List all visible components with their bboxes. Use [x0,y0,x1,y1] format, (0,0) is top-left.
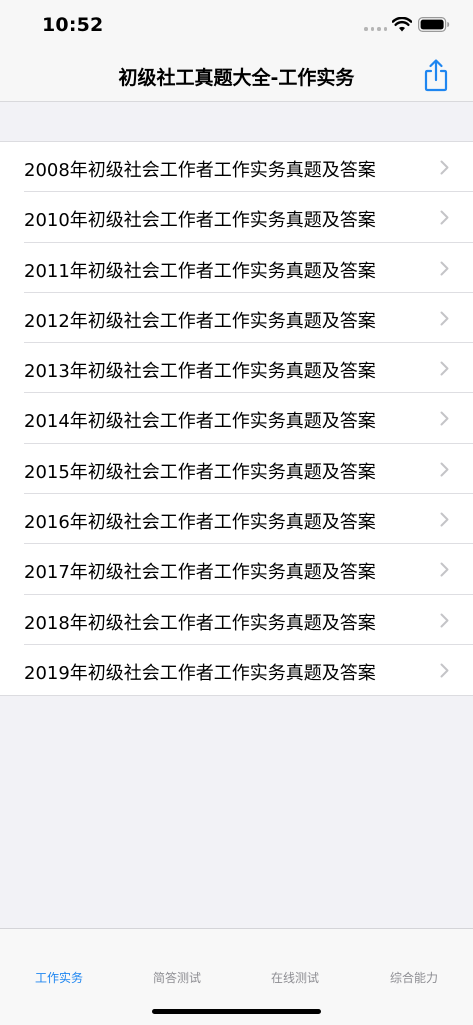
list-item-label: 2008年初级社会工作者工作实务真题及答案 [24,160,376,181]
battery-icon [418,17,450,32]
page-title: 初级社工真题大全-工作实务 [118,67,355,89]
tab-0[interactable]: 工作实务 [0,969,118,986]
chevron-right-icon [440,512,449,527]
list-item[interactable]: 2011年初级社会工作者工作实务真题及答案 [0,243,473,294]
list-item[interactable]: 2010年初级社会工作者工作实务真题及答案 [0,192,473,243]
home-indicator [152,1009,321,1014]
tab-2[interactable]: 在线测试 [236,969,354,986]
chevron-right-icon [440,210,449,225]
cellular-signal-icon [364,27,387,31]
list-item-label: 2015年初级社会工作者工作实务真题及答案 [24,461,376,483]
list-item-label: 2010年初级社会工作者工作实务真题及答案 [24,210,376,232]
navigation-bar: 初级社工真题大全-工作实务 [0,50,473,102]
list-item[interactable]: 2013年初级社会工作者工作实务真题及答案 [0,343,473,394]
chevron-right-icon [440,462,449,477]
list-item-label: 2014年初级社会工作者工作实务真题及答案 [24,411,376,433]
list-item[interactable]: 2019年初级社会工作者工作实务真题及答案 [0,645,473,695]
status-bar: 10:52 [0,0,473,50]
list-item[interactable]: 2016年初级社会工作者工作实务真题及答案 [0,494,473,545]
chevron-right-icon [440,311,449,326]
list-item[interactable]: 2015年初级社会工作者工作实务真题及答案 [0,444,473,495]
list-item[interactable]: 2014年初级社会工作者工作实务真题及答案 [0,393,473,445]
list-item-label: 2016年初级社会工作者工作实务真题及答案 [24,512,376,534]
chevron-right-icon [440,562,449,577]
chevron-right-icon [440,411,449,426]
chevron-right-icon [440,361,449,376]
chevron-right-icon [440,160,449,175]
exam-list: 2008年初级社会工作者工作实务真题及答案 2010年初级社会工作者工作实务真题及… [0,141,473,697]
list-item-label: 2011年初级社会工作者工作实务真题及答案 [24,260,376,282]
list-item-label: 2018年初级社会工作者工作实务真题及答案 [24,612,376,634]
status-time: 10:52 [42,14,104,36]
chevron-right-icon [440,663,449,678]
wifi-icon [392,17,412,32]
tab-1[interactable]: 简答测试 [118,969,236,986]
list-item[interactable]: 2018年初级社会工作者工作实务真题及答案 [0,595,473,646]
list-item-label: 2013年初级社会工作者工作实务真题及答案 [24,361,376,383]
list-item[interactable]: 2012年初级社会工作者工作实务真题及答案 [0,293,473,344]
chevron-right-icon [440,261,449,276]
share-icon[interactable] [422,58,450,92]
list-item[interactable]: 2017年初级社会工作者工作实务真题及答案 [0,544,473,595]
list-item[interactable]: 2008年初级社会工作者工作实务真题及答案 [0,142,473,193]
list-item-label: 2012年初级社会工作者工作实务真题及答案 [24,310,376,332]
list-item-label: 2019年初级社会工作者工作实务真题及答案 [24,662,376,684]
chevron-right-icon [440,613,449,628]
tab-3[interactable]: 综合能力 [355,969,473,986]
list-item-label: 2017年初级社会工作者工作实务真题及答案 [24,562,376,584]
